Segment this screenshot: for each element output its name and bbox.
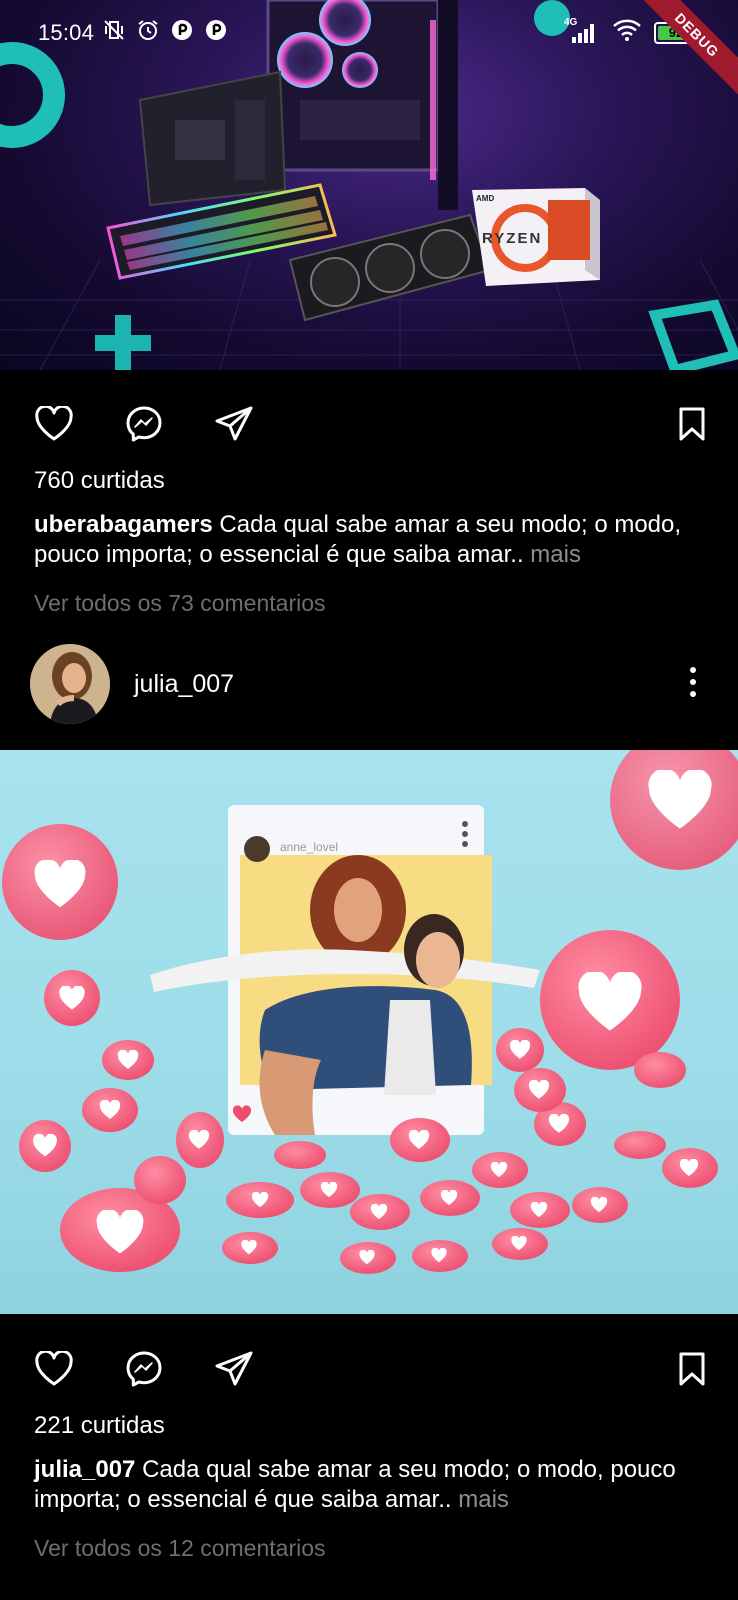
caption-username[interactable]: julia_007: [34, 1456, 135, 1483]
app-notification-icon: [204, 18, 228, 42]
vibrate-off-icon: [102, 18, 126, 42]
post-action-bar: [0, 392, 738, 452]
status-time: 15:04: [38, 20, 95, 45]
like-count[interactable]: 221 curtidas: [34, 1412, 165, 1440]
post-caption: julia_007 Cada qual sabe amar a seu modo…: [34, 1455, 724, 1515]
bookmark-icon[interactable]: [670, 402, 714, 446]
send-icon[interactable]: [212, 402, 256, 446]
status-bar: 15:04 4G 92 DEBUG: [0, 0, 738, 98]
avatar[interactable]: [30, 644, 110, 724]
caption-more-link[interactable]: mais: [458, 1486, 509, 1513]
post-header: julia_007: [0, 630, 738, 740]
post-caption: uberabagamers Cada qual sabe amar a seu …: [34, 510, 724, 570]
heart-icon[interactable]: [32, 402, 76, 446]
image-vendor-text: AMD: [476, 194, 495, 203]
image-frame-username: anne_lovel: [280, 840, 339, 854]
view-comments-link[interactable]: Ver todos os 12 comentarios: [34, 1535, 326, 1562]
hearts-couple-illustration: [2, 750, 738, 1274]
app-notification-icon: [170, 18, 194, 42]
status-left-icons: [102, 18, 228, 42]
bookmark-icon[interactable]: [670, 1347, 714, 1391]
alarm-icon: [136, 18, 160, 42]
more-vertical-icon[interactable]: [678, 660, 708, 704]
post-action-bar: [0, 1337, 738, 1397]
image-brand-text: RYZEN: [482, 230, 543, 247]
signal-icon: 4G: [564, 17, 600, 45]
messenger-icon[interactable]: [122, 402, 166, 446]
avatar-photo: [30, 644, 110, 724]
messenger-icon[interactable]: [122, 1347, 166, 1391]
wifi-icon: [612, 18, 642, 47]
caption-more-link[interactable]: mais: [530, 541, 581, 568]
send-icon[interactable]: [212, 1347, 256, 1391]
post-image[interactable]: anne_lovel: [0, 750, 738, 1314]
caption-username[interactable]: uberabagamers: [34, 511, 213, 538]
like-count[interactable]: 760 curtidas: [34, 467, 165, 495]
view-comments-link[interactable]: Ver todos os 73 comentarios: [34, 590, 326, 617]
heart-icon[interactable]: [32, 1347, 76, 1391]
post-author-username[interactable]: julia_007: [134, 670, 234, 699]
